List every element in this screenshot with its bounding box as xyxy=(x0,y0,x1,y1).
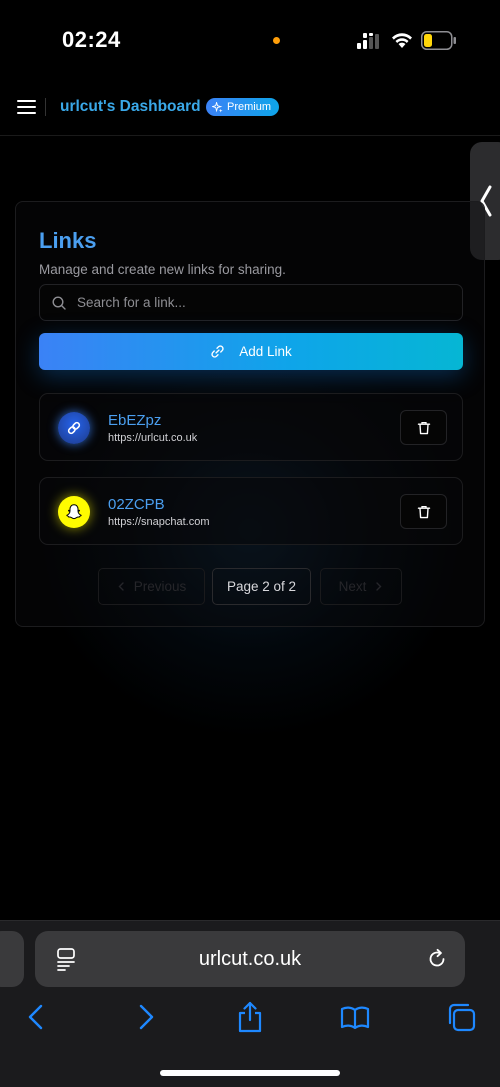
header-divider xyxy=(45,98,46,116)
address-bar[interactable]: urlcut.co.uk xyxy=(35,931,465,987)
trash-icon xyxy=(417,421,431,435)
trash-icon xyxy=(417,505,431,519)
delete-link-button[interactable] xyxy=(400,410,447,445)
link-item[interactable]: 02ZCPB https://snapchat.com xyxy=(39,477,463,545)
link-code[interactable]: 02ZCPB xyxy=(108,496,165,513)
previous-tab-peek[interactable] xyxy=(0,931,24,987)
search-input[interactable] xyxy=(77,285,457,320)
snapchat-icon xyxy=(66,504,82,520)
next-label: Next xyxy=(338,579,367,594)
next-page-button[interactable]: Next xyxy=(320,568,402,605)
previous-page-button[interactable]: Previous xyxy=(98,568,205,605)
links-subtitle: Manage and create new links for sharing. xyxy=(39,262,286,277)
hamburger-menu-icon[interactable] xyxy=(17,99,36,115)
links-card: Links Manage and create new links for sh… xyxy=(15,201,485,627)
share-icon[interactable] xyxy=(235,1001,265,1033)
home-indicator xyxy=(160,1070,340,1076)
add-link-label: Add Link xyxy=(239,344,292,359)
search-icon xyxy=(52,296,66,310)
link-item[interactable]: EbEZpz https://urlcut.co.uk xyxy=(39,393,463,461)
wifi-icon xyxy=(392,33,412,48)
delete-link-button[interactable] xyxy=(400,494,447,529)
chevron-left-icon xyxy=(118,582,124,591)
link-icon xyxy=(211,345,224,358)
previous-label: Previous xyxy=(133,579,187,594)
chevron-right-icon xyxy=(376,582,382,591)
status-bar: 02:24 xyxy=(0,0,500,80)
link-url: https://snapchat.com xyxy=(108,516,210,528)
battery-icon xyxy=(421,31,456,50)
link-icon xyxy=(67,421,81,435)
premium-badge: Premium xyxy=(206,98,280,116)
reload-icon[interactable] xyxy=(426,948,448,970)
status-time: 02:24 xyxy=(62,27,121,52)
search-box xyxy=(39,284,463,321)
recording-indicator-dot xyxy=(273,37,280,44)
link-avatar xyxy=(58,496,90,528)
page-indicator-label: Page 2 of 2 xyxy=(226,579,297,594)
link-code[interactable]: EbEZpz xyxy=(108,412,161,429)
address-text: urlcut.co.uk xyxy=(198,948,302,970)
cellular-signal-icon xyxy=(357,33,379,49)
bookmarks-icon[interactable] xyxy=(340,1001,370,1033)
add-link-button[interactable]: Add Link xyxy=(39,333,463,370)
page-indicator: Page 2 of 2 xyxy=(212,568,311,605)
sparkle-icon xyxy=(212,101,223,113)
app-header: urlcut's Dashboard Premium xyxy=(0,80,500,136)
link-url: https://urlcut.co.uk xyxy=(108,432,198,444)
dashboard-title: urlcut's Dashboard xyxy=(60,98,201,115)
links-title: Links xyxy=(39,228,97,253)
premium-badge-label: Premium xyxy=(227,101,272,113)
tabs-icon[interactable] xyxy=(447,1001,477,1033)
link-avatar xyxy=(58,412,90,444)
back-arrow-icon[interactable] xyxy=(22,1001,52,1033)
browser-chrome: urlcut.co.uk xyxy=(0,920,500,1087)
forward-arrow-icon[interactable] xyxy=(130,1001,160,1033)
